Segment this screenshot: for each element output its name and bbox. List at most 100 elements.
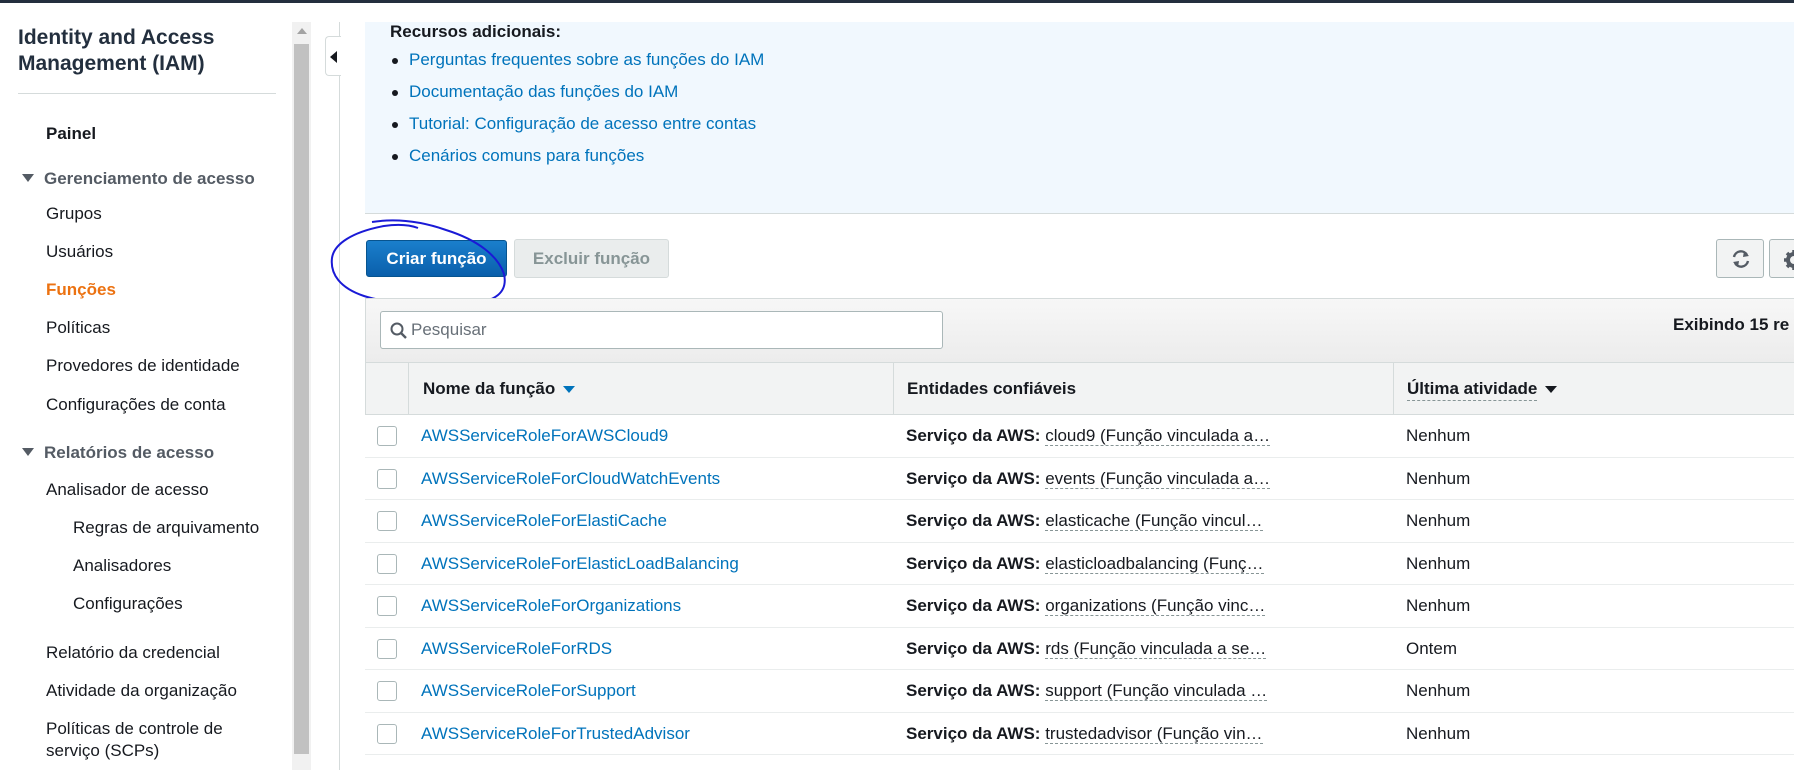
table-row[interactable]: AWSServiceRoleForOrganizations Serviço da… — [365, 585, 1794, 628]
sidebar-item-organization-activity[interactable]: Atividade da organização — [46, 680, 237, 702]
row-checkbox[interactable] — [377, 553, 397, 574]
collapse-sidebar-button[interactable] — [325, 36, 341, 76]
caret-down-icon — [22, 173, 34, 182]
gear-icon — [1784, 250, 1794, 270]
create-role-button[interactable]: Criar função — [366, 240, 507, 277]
sidebar-item-analyzers[interactable]: Analisadores — [73, 555, 171, 577]
trusted-entity: Serviço da AWS: organizations (Função vi… — [906, 585, 1286, 627]
resource-links: Perguntas frequentes sobre as funções do… — [390, 49, 764, 177]
sidebar-section-access-management[interactable]: Gerenciamento de acesso — [22, 168, 255, 190]
sidebar-title: Identity and Access Management (IAM) — [18, 26, 215, 75]
sidebar-item-archive-rules[interactable]: Regras de arquivamento — [73, 517, 259, 539]
scroll-up-arrow-icon[interactable] — [297, 28, 307, 34]
settings-button[interactable] — [1769, 239, 1794, 278]
sidebar-item-identity-providers[interactable]: Provedores de identidade — [46, 355, 240, 377]
additional-resources-panel: Recursos adicionais: Perguntas frequente… — [365, 22, 1794, 214]
refresh-icon — [1732, 250, 1750, 268]
link-documentation[interactable]: Documentação das funções do IAM — [409, 82, 678, 101]
row-checkbox[interactable] — [377, 723, 397, 744]
sidebar-item-users[interactable]: Usuários — [46, 241, 113, 263]
row-checkbox[interactable] — [377, 681, 397, 701]
sidebar-item-groups[interactable]: Grupos — [46, 203, 102, 225]
column-divider — [893, 363, 894, 415]
trusted-entity: Serviço da AWS: rds (Função vinculada a … — [906, 628, 1286, 670]
column-header-trusted-entities: Entidades confiáveis — [907, 379, 1077, 398]
trusted-entity-type: Serviço da AWS: — [906, 638, 1041, 658]
row-checkbox[interactable] — [377, 638, 397, 659]
row-checkbox[interactable] — [377, 468, 397, 489]
last-activity: Ontem — [1406, 638, 1458, 658]
sort-desc-icon — [563, 386, 576, 394]
trusted-entity: Serviço da AWS: cloud9 (Função vinculada… — [906, 415, 1286, 457]
trusted-entity: Serviço da AWS: trustedadvisor (Função v… — [906, 713, 1286, 755]
role-name-link[interactable]: AWSServiceRoleForElastiCache — [421, 500, 667, 542]
role-name-link[interactable]: AWSServiceRoleForTrustedAdvisor — [421, 713, 690, 755]
role-name-link[interactable]: AWSServiceRoleForCloudWatchEvents — [421, 458, 720, 500]
search-box[interactable] — [380, 311, 943, 349]
chevron-left-icon — [330, 51, 337, 63]
sidebar-item-policies[interactable]: Políticas — [46, 317, 110, 339]
search-icon — [390, 322, 407, 339]
scroll-thumb[interactable] — [294, 44, 309, 754]
table-row[interactable]: AWSServiceRoleForRDS Serviço da AWS: rds … — [365, 628, 1794, 670]
role-name-link[interactable]: AWSServiceRoleForSupport — [421, 670, 636, 712]
row-checkbox[interactable] — [377, 511, 397, 531]
sidebar-scrollbar[interactable] — [292, 22, 311, 770]
row-checkbox[interactable] — [377, 426, 397, 446]
row-checkbox[interactable] — [377, 596, 397, 616]
table-row[interactable]: AWSServiceRoleForElastiCache Serviço da A… — [365, 500, 1794, 543]
table-row[interactable]: AWSServiceRoleForAWSCloud9 Serviço da AWS… — [365, 415, 1794, 458]
sidebar-item-scps[interactable]: Políticas de controle de serviço (SCPs) — [46, 718, 246, 762]
column-divider — [408, 363, 409, 415]
list-item: Cenários comuns para funções — [390, 145, 764, 177]
last-activity: Nenhum — [1406, 681, 1471, 700]
table-row[interactable]: AWSServiceRoleForElasticLoadBalancing Ser… — [365, 543, 1794, 585]
role-name-link[interactable]: AWSServiceRoleForAWSCloud9 — [421, 415, 668, 457]
last-activity: Nenhum — [1406, 468, 1471, 488]
sidebar-item-access-analyzer[interactable]: Analisador de acesso — [46, 479, 209, 501]
link-common-scenarios[interactable]: Cenários comuns para funções — [409, 146, 644, 165]
sidebar-divider — [18, 93, 276, 94]
last-activity: Nenhum — [1406, 511, 1471, 530]
column-divider — [1393, 363, 1394, 415]
roles-table: Nome da função Entidades confiáveis Últi… — [365, 363, 1794, 755]
trusted-entity-type: Serviço da AWS: — [906, 426, 1041, 445]
trusted-entity-type: Serviço da AWS: — [906, 511, 1041, 530]
column-header-role-name[interactable]: Nome da função — [423, 363, 576, 415]
trusted-entity-value: events (Função vinculada a… — [1045, 468, 1271, 489]
section-label: Relatórios de acesso — [44, 443, 215, 462]
trusted-entity-value: elasticache (Função vincul… — [1045, 511, 1263, 531]
trusted-entity-type: Serviço da AWS: — [906, 596, 1041, 615]
last-activity: Nenhum — [1406, 596, 1471, 615]
list-item: Perguntas frequentes sobre as funções do… — [390, 49, 764, 81]
refresh-button[interactable] — [1716, 239, 1764, 278]
trusted-entity-value: trustedadvisor (Função vin… — [1045, 723, 1263, 744]
role-name-link[interactable]: AWSServiceRoleForOrganizations — [421, 585, 681, 627]
list-item: Tutorial: Configuração de acesso entre c… — [390, 113, 764, 145]
link-faq[interactable]: Perguntas frequentes sobre as funções do… — [409, 50, 764, 69]
table-body: AWSServiceRoleForAWSCloud9 Serviço da AWS… — [365, 415, 1794, 755]
sidebar-item-roles[interactable]: Funções — [46, 279, 116, 301]
role-name-link[interactable]: AWSServiceRoleForElasticLoadBalancing — [421, 543, 739, 585]
column-header-last-activity[interactable]: Última atividade — [1407, 363, 1558, 415]
sidebar-item-analyzer-settings[interactable]: Configurações — [73, 593, 183, 615]
sidebar-section-access-reports[interactable]: Relatórios de acesso — [22, 442, 214, 464]
additional-resources-title: Recursos adicionais: — [390, 22, 562, 41]
sidebar-item-dashboard[interactable]: Painel — [46, 123, 96, 145]
sidebar-item-account-settings[interactable]: Configurações de conta — [46, 394, 226, 416]
role-name-link[interactable]: AWSServiceRoleForRDS — [421, 628, 612, 670]
table-header: Nome da função Entidades confiáveis Últi… — [365, 363, 1794, 415]
trusted-entity: Serviço da AWS: events (Função vinculada… — [906, 458, 1286, 500]
table-row[interactable]: AWSServiceRoleForSupport Serviço da AWS: … — [365, 670, 1794, 713]
table-row[interactable]: AWSServiceRoleForTrustedAdvisor Serviço d… — [365, 713, 1794, 755]
sidebar-item-credential-report[interactable]: Relatório da credencial — [46, 642, 220, 664]
table-toolbar: Exibindo 15 re — [365, 298, 1794, 363]
table-row[interactable]: AWSServiceRoleForCloudWatchEvents Serviço… — [365, 458, 1794, 500]
trusted-entity-type: Serviço da AWS: — [906, 723, 1041, 743]
link-tutorial[interactable]: Tutorial: Configuração de acesso entre c… — [409, 114, 756, 133]
column-header-label: Nome da função — [423, 379, 556, 398]
list-item: Documentação das funções do IAM — [390, 81, 764, 113]
search-input[interactable] — [411, 318, 931, 342]
trusted-entity-value: cloud9 (Função vinculada a… — [1045, 426, 1271, 446]
sidebar: Identity and Access Management (IAM) Pai… — [0, 3, 294, 770]
